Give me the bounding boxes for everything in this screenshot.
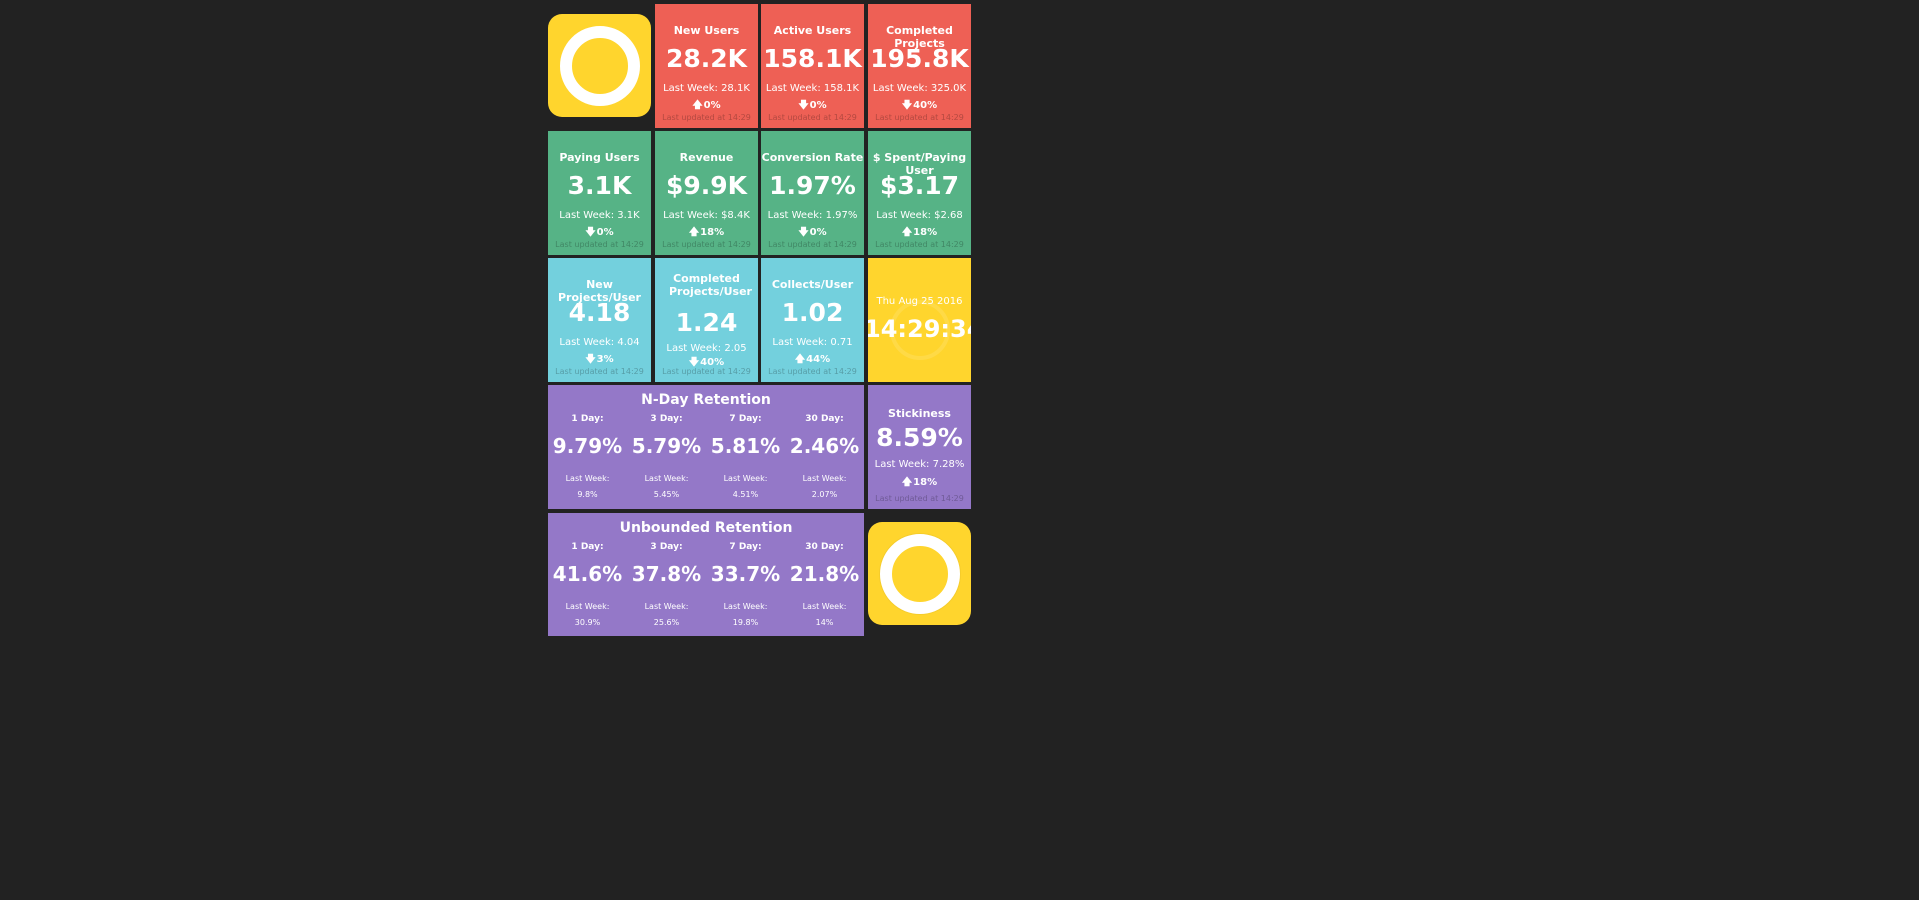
widget-title: Stickiness: [888, 407, 951, 420]
widget-title: Revenue: [679, 151, 734, 164]
widget-nday-retention: N-Day Retention 1 Day: 9.79% Last Week: …: [548, 385, 864, 509]
widget-value: 1.02: [781, 298, 844, 327]
widget-change: 🡅18%: [901, 477, 938, 488]
widget-title: New Users: [673, 24, 740, 37]
widget-completed-projects-user: Completed Projects/User 1.24 Last Week: …: [655, 258, 758, 382]
arrow-down-icon: 🡇: [901, 100, 913, 111]
logo-tile-bottom: [868, 522, 971, 625]
widget-value: 3.1K: [567, 171, 632, 200]
widget-updated: Last updated at 14:29: [555, 240, 644, 249]
widget-last-week: Last Week: $8.4K: [663, 210, 750, 221]
widget-title: Collects/User: [771, 278, 854, 291]
retention-column: 7 Day: 33.7% Last Week: 19.8%: [710, 542, 781, 627]
widget-last-week: Last Week: 0.71: [772, 337, 853, 348]
widget-last-week: Last Week: 7.28%: [874, 459, 965, 470]
widget-change: 🡇0%: [798, 227, 827, 238]
widget-value: 28.2K: [665, 44, 748, 73]
widget-last-week: Last Week: 4.04: [559, 337, 640, 348]
widget-change: 🡅18%: [901, 227, 938, 238]
arrow-down-icon: 🡇: [585, 354, 596, 365]
retention-column: 1 Day: 41.6% Last Week: 30.9%: [552, 542, 623, 627]
widget-title: Active Users: [773, 24, 852, 37]
widget-last-week: Last Week: 2.05: [666, 343, 747, 354]
widget-title: Unbounded Retention: [619, 520, 793, 536]
widget-last-week: Last Week: 325.0K: [872, 83, 967, 94]
widget-new-projects-user: New Projects/User 4.18 Last Week: 4.04 🡇…: [548, 258, 651, 382]
widget-updated: Last updated at 14:29: [768, 113, 857, 122]
widget-value: $3.17: [879, 171, 960, 200]
widget-updated: Last updated at 14:29: [768, 367, 857, 376]
retention-columns: 1 Day: 9.79% Last Week: 9.8% 3 Day: 5.79…: [548, 413, 864, 500]
widget-conversion-rate: Conversion Rate 1.97% Last Week: 1.97% 🡇…: [761, 131, 864, 255]
widget-change: 🡅0%: [692, 100, 721, 111]
widget-value: 8.59%: [876, 423, 963, 452]
widget-clock: Thu Aug 25 2016 14:29:34: [868, 258, 971, 382]
widget-unbounded-retention: Unbounded Retention 1 Day: 41.6% Last We…: [548, 513, 864, 636]
widget-completed-projects: Completed Projects 195.8K Last Week: 325…: [868, 4, 971, 128]
widget-last-week: Last Week: 3.1K: [559, 210, 640, 221]
ring-logo-icon: [879, 533, 960, 614]
widget-updated: Last updated at 14:29: [662, 367, 751, 376]
retention-column: 1 Day: 9.79% Last Week: 9.8%: [552, 414, 623, 499]
widget-updated: Last updated at 14:29: [662, 113, 751, 122]
arrow-down-icon: 🡇: [585, 227, 596, 238]
widget-updated: Last updated at 14:29: [875, 113, 964, 122]
arrow-up-icon: 🡅: [794, 354, 806, 365]
widget-change: 🡇0%: [585, 227, 614, 238]
arrow-up-icon: 🡅: [692, 100, 703, 111]
widget-value: 4.18: [568, 298, 631, 327]
widget-new-users: New Users 28.2K Last Week: 28.1K 🡅0% Las…: [655, 4, 758, 128]
widget-title: Conversion Rate: [761, 151, 864, 164]
widget-change: 🡇40%: [901, 100, 938, 111]
widget-title: N-Day Retention: [641, 392, 771, 408]
widget-stickiness: Stickiness 8.59% Last Week: 7.28% 🡅18% L…: [868, 385, 971, 509]
retention-columns: 1 Day: 41.6% Last Week: 30.9% 3 Day: 37.…: [548, 541, 864, 628]
widget-paying-users: Paying Users 3.1K Last Week: 3.1K 🡇0% La…: [548, 131, 651, 255]
retention-column: 3 Day: 5.79% Last Week: 5.45%: [631, 414, 702, 499]
widget-revenue: Revenue $9.9K Last Week: $8.4K 🡅18% Last…: [655, 131, 758, 255]
widget-last-week: Last Week: 1.97%: [767, 210, 858, 221]
widget-updated: Last updated at 14:29: [875, 240, 964, 249]
widget-collects-user: Collects/User 1.02 Last Week: 0.71 🡅44% …: [761, 258, 864, 382]
widget-last-week: Last Week: 158.1K: [765, 83, 860, 94]
widget-last-week: Last Week: 28.1K: [663, 83, 750, 94]
widget-title: Completed Projects/User: [669, 272, 752, 298]
arrow-down-icon: 🡇: [798, 100, 809, 111]
widget-title: Paying Users: [559, 151, 640, 164]
widget-updated: Last updated at 14:29: [555, 367, 644, 376]
widget-value: 1.97%: [769, 171, 856, 200]
widget-updated: Last updated at 14:29: [662, 240, 751, 249]
widget-value: 195.8K: [870, 44, 969, 73]
widget-updated: Last updated at 14:29: [875, 494, 964, 503]
widget-updated: Last updated at 14:29: [768, 240, 857, 249]
clock-time: 14:29:34: [868, 315, 971, 343]
widget-value: $9.9K: [665, 171, 748, 200]
widget-change: 🡅44%: [794, 354, 831, 365]
widget-last-week: Last Week: $2.68: [876, 210, 963, 221]
arrow-up-icon: 🡅: [688, 227, 700, 238]
arrow-up-icon: 🡅: [901, 227, 913, 238]
retention-column: 7 Day: 5.81% Last Week: 4.51%: [710, 414, 781, 499]
arrow-down-icon: 🡇: [798, 227, 809, 238]
retention-column: 30 Day: 2.46% Last Week: 2.07%: [789, 414, 860, 499]
widget-change: 🡇0%: [798, 100, 827, 111]
widget-active-users: Active Users 158.1K Last Week: 158.1K 🡇0…: [761, 4, 864, 128]
arrow-up-icon: 🡅: [901, 477, 913, 488]
ring-logo-icon: [559, 25, 640, 106]
widget-change: 🡅18%: [688, 227, 725, 238]
widget-spent-per-paying-user: $ Spent/Paying User $3.17 Last Week: $2.…: [868, 131, 971, 255]
widget-change: 🡇3%: [585, 354, 614, 365]
retention-column: 3 Day: 37.8% Last Week: 25.6%: [631, 542, 702, 627]
retention-column: 30 Day: 21.8% Last Week: 14%: [789, 542, 860, 627]
widget-value: 158.1K: [763, 44, 862, 73]
clock-date: Thu Aug 25 2016: [876, 296, 963, 307]
logo-tile-top: [548, 14, 651, 117]
widget-value: 1.24: [675, 308, 738, 337]
